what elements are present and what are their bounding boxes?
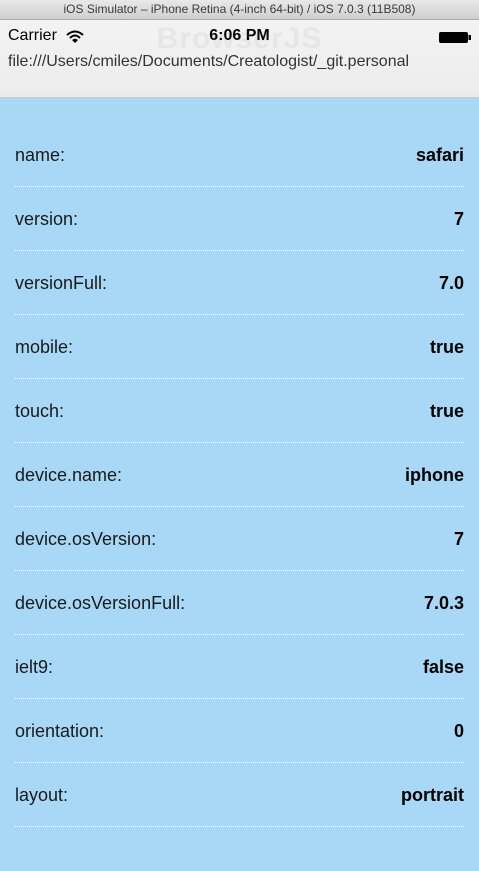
property-key: versionFull: bbox=[15, 273, 108, 293]
status-clock: 6:06 PM bbox=[209, 27, 270, 44]
property-value: true bbox=[429, 337, 464, 357]
property-row: device.osVersion: 7 bbox=[15, 507, 464, 571]
property-row: device.name: iphone bbox=[15, 443, 464, 507]
property-row: name: safari bbox=[15, 123, 464, 187]
address-url: file:///Users/cmiles/Documents/Creatolog… bbox=[8, 53, 410, 70]
property-key: touch: bbox=[15, 401, 65, 421]
property-key: version: bbox=[15, 209, 79, 229]
status-bar: Carrier 6:06 PM bbox=[0, 20, 479, 54]
property-value: iphone bbox=[405, 465, 464, 485]
property-row: mobile: true bbox=[15, 315, 464, 379]
battery-icon bbox=[439, 32, 471, 43]
property-value: 7 bbox=[453, 529, 464, 549]
property-row: layout: portrait bbox=[15, 763, 464, 827]
property-key: device.osVersionFull: bbox=[15, 593, 186, 613]
property-value: 7.0.3 bbox=[423, 593, 464, 613]
property-row: device.osVersionFull: 7.0.3 bbox=[15, 571, 464, 635]
property-key: name: bbox=[15, 145, 66, 165]
property-key: orientation: bbox=[15, 721, 105, 741]
property-value: portrait bbox=[401, 785, 464, 805]
property-value: safari bbox=[415, 145, 464, 165]
property-row: versionFull: 7.0 bbox=[15, 251, 464, 315]
property-row: version: 7 bbox=[15, 187, 464, 251]
property-key: mobile: bbox=[15, 337, 74, 357]
property-row: orientation: 0 bbox=[15, 699, 464, 763]
browser-header: Carrier 6:06 PM BrowserJS file:///Users/… bbox=[0, 20, 479, 98]
property-row: touch: true bbox=[15, 379, 464, 443]
address-bar[interactable]: file:///Users/cmiles/Documents/Creatolog… bbox=[8, 53, 474, 71]
property-value: 0 bbox=[453, 721, 464, 741]
properties-list: name: safari version: 7 versionFull: 7.0 mobil… bbox=[15, 123, 464, 827]
property-value: 7.0 bbox=[438, 273, 464, 293]
window-title: iOS Simulator – iPhone Retina (4-inch 64… bbox=[63, 2, 416, 16]
property-key: layout: bbox=[15, 785, 69, 805]
simulator-window-titlebar: iOS Simulator – iPhone Retina (4-inch 64… bbox=[0, 0, 479, 20]
property-value: true bbox=[429, 401, 464, 421]
property-key: ielt9: bbox=[15, 657, 54, 677]
property-key: device.osVersion: bbox=[15, 529, 157, 549]
property-value: 7 bbox=[453, 209, 464, 229]
property-row: ielt9: false bbox=[15, 635, 464, 699]
property-value: false bbox=[422, 657, 464, 677]
property-key: device.name: bbox=[15, 465, 123, 485]
